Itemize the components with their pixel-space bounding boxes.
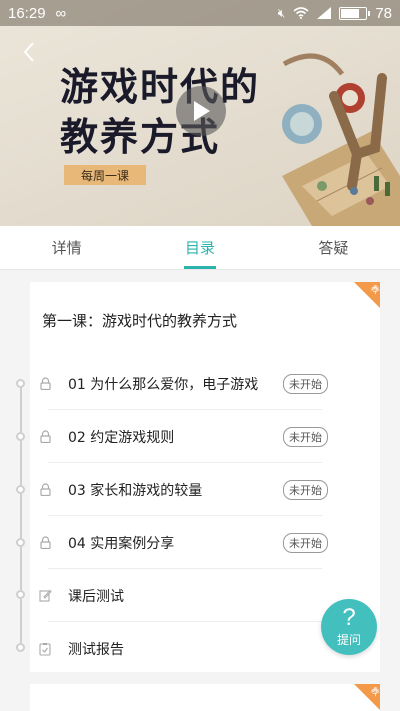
wifi-icon: [293, 7, 309, 19]
timeline-dot: [16, 379, 25, 388]
tab-bar: 详情 目录 答疑: [0, 226, 400, 270]
corner-ribbon: 教: [354, 282, 380, 308]
banner-title-line1: 游戏时代的: [60, 65, 261, 109]
weekly-tag: 每周一课: [64, 165, 146, 185]
lesson-item[interactable]: 02 约定游戏规则 未开始: [38, 410, 328, 463]
corner-ribbon-label: 教: [368, 685, 380, 698]
play-button[interactable]: [176, 86, 226, 136]
timeline-dot: [16, 538, 25, 547]
status-badge: 未开始: [283, 532, 328, 553]
signal-icon: [317, 7, 332, 19]
lock-icon: [38, 483, 52, 497]
tab-details[interactable]: 详情: [0, 226, 133, 269]
mute-icon: 🔇︎: [277, 5, 286, 20]
quiz-item-label: 课后测试: [68, 588, 124, 605]
lock-icon: [38, 430, 52, 444]
banner-title-line2: 教养方式: [60, 115, 221, 159]
edit-icon: [38, 589, 52, 603]
timeline-dot: [16, 590, 25, 599]
lesson-item-label: 03 家长和游戏的较量: [68, 482, 203, 499]
timeline-dot: [16, 485, 25, 494]
report-item-label: 测试报告: [68, 641, 124, 658]
play-icon: [194, 101, 210, 121]
clipboard-check-icon: [38, 642, 52, 656]
question-mark-icon: ?: [342, 604, 356, 631]
status-badge: 未开始: [283, 373, 328, 394]
quiz-item[interactable]: 课后测试: [38, 569, 328, 622]
timeline-line: [20, 384, 22, 648]
report-item[interactable]: 测试报告: [38, 622, 328, 675]
lesson-card-next: 教: [30, 684, 380, 711]
corner-ribbon-label: 教: [368, 283, 380, 296]
back-arrow-icon[interactable]: [18, 40, 42, 64]
lesson-item-label: 04 实用案例分享: [68, 535, 175, 552]
banner-title: 游戏时代的 教养方式: [60, 62, 260, 162]
status-badge: 未开始: [283, 479, 328, 500]
lesson-item[interactable]: 01 为什么那么爱你，电子游戏 未开始: [38, 357, 328, 410]
status-time: 16:29: [8, 4, 46, 22]
corner-ribbon: 教: [354, 684, 380, 710]
battery-icon: [339, 6, 371, 20]
ask-question-label: 提问: [336, 633, 361, 647]
status-bar: 16:29 ∞ 🔇︎ 78: [0, 0, 400, 26]
timeline-dot: [16, 432, 25, 441]
tab-qa[interactable]: 答疑: [267, 226, 400, 269]
lesson-title: 第一课：游戏时代的教养方式: [42, 312, 238, 330]
course-banner: 16:29 ∞ 🔇︎ 78 游戏时代的 教养方式 每周一课: [0, 0, 400, 226]
timeline-dot: [16, 643, 25, 652]
slingshot-illustration: [282, 53, 400, 226]
status-badge: 未开始: [283, 426, 328, 447]
lesson-item[interactable]: 03 家长和游戏的较量 未开始: [38, 463, 328, 516]
lesson-item-label: 02 约定游戏规则: [68, 429, 175, 446]
lock-icon: [38, 536, 52, 550]
lesson-item[interactable]: 04 实用案例分享 未开始: [38, 516, 328, 569]
battery-level: 78: [375, 4, 392, 22]
tab-catalog[interactable]: 目录: [133, 226, 266, 269]
infinity-icon: ∞: [55, 4, 67, 22]
lock-icon: [38, 377, 52, 391]
ask-question-button[interactable]: ? 提问: [321, 599, 377, 655]
lesson-item-label: 01 为什么那么爱你，电子游戏: [68, 376, 259, 393]
